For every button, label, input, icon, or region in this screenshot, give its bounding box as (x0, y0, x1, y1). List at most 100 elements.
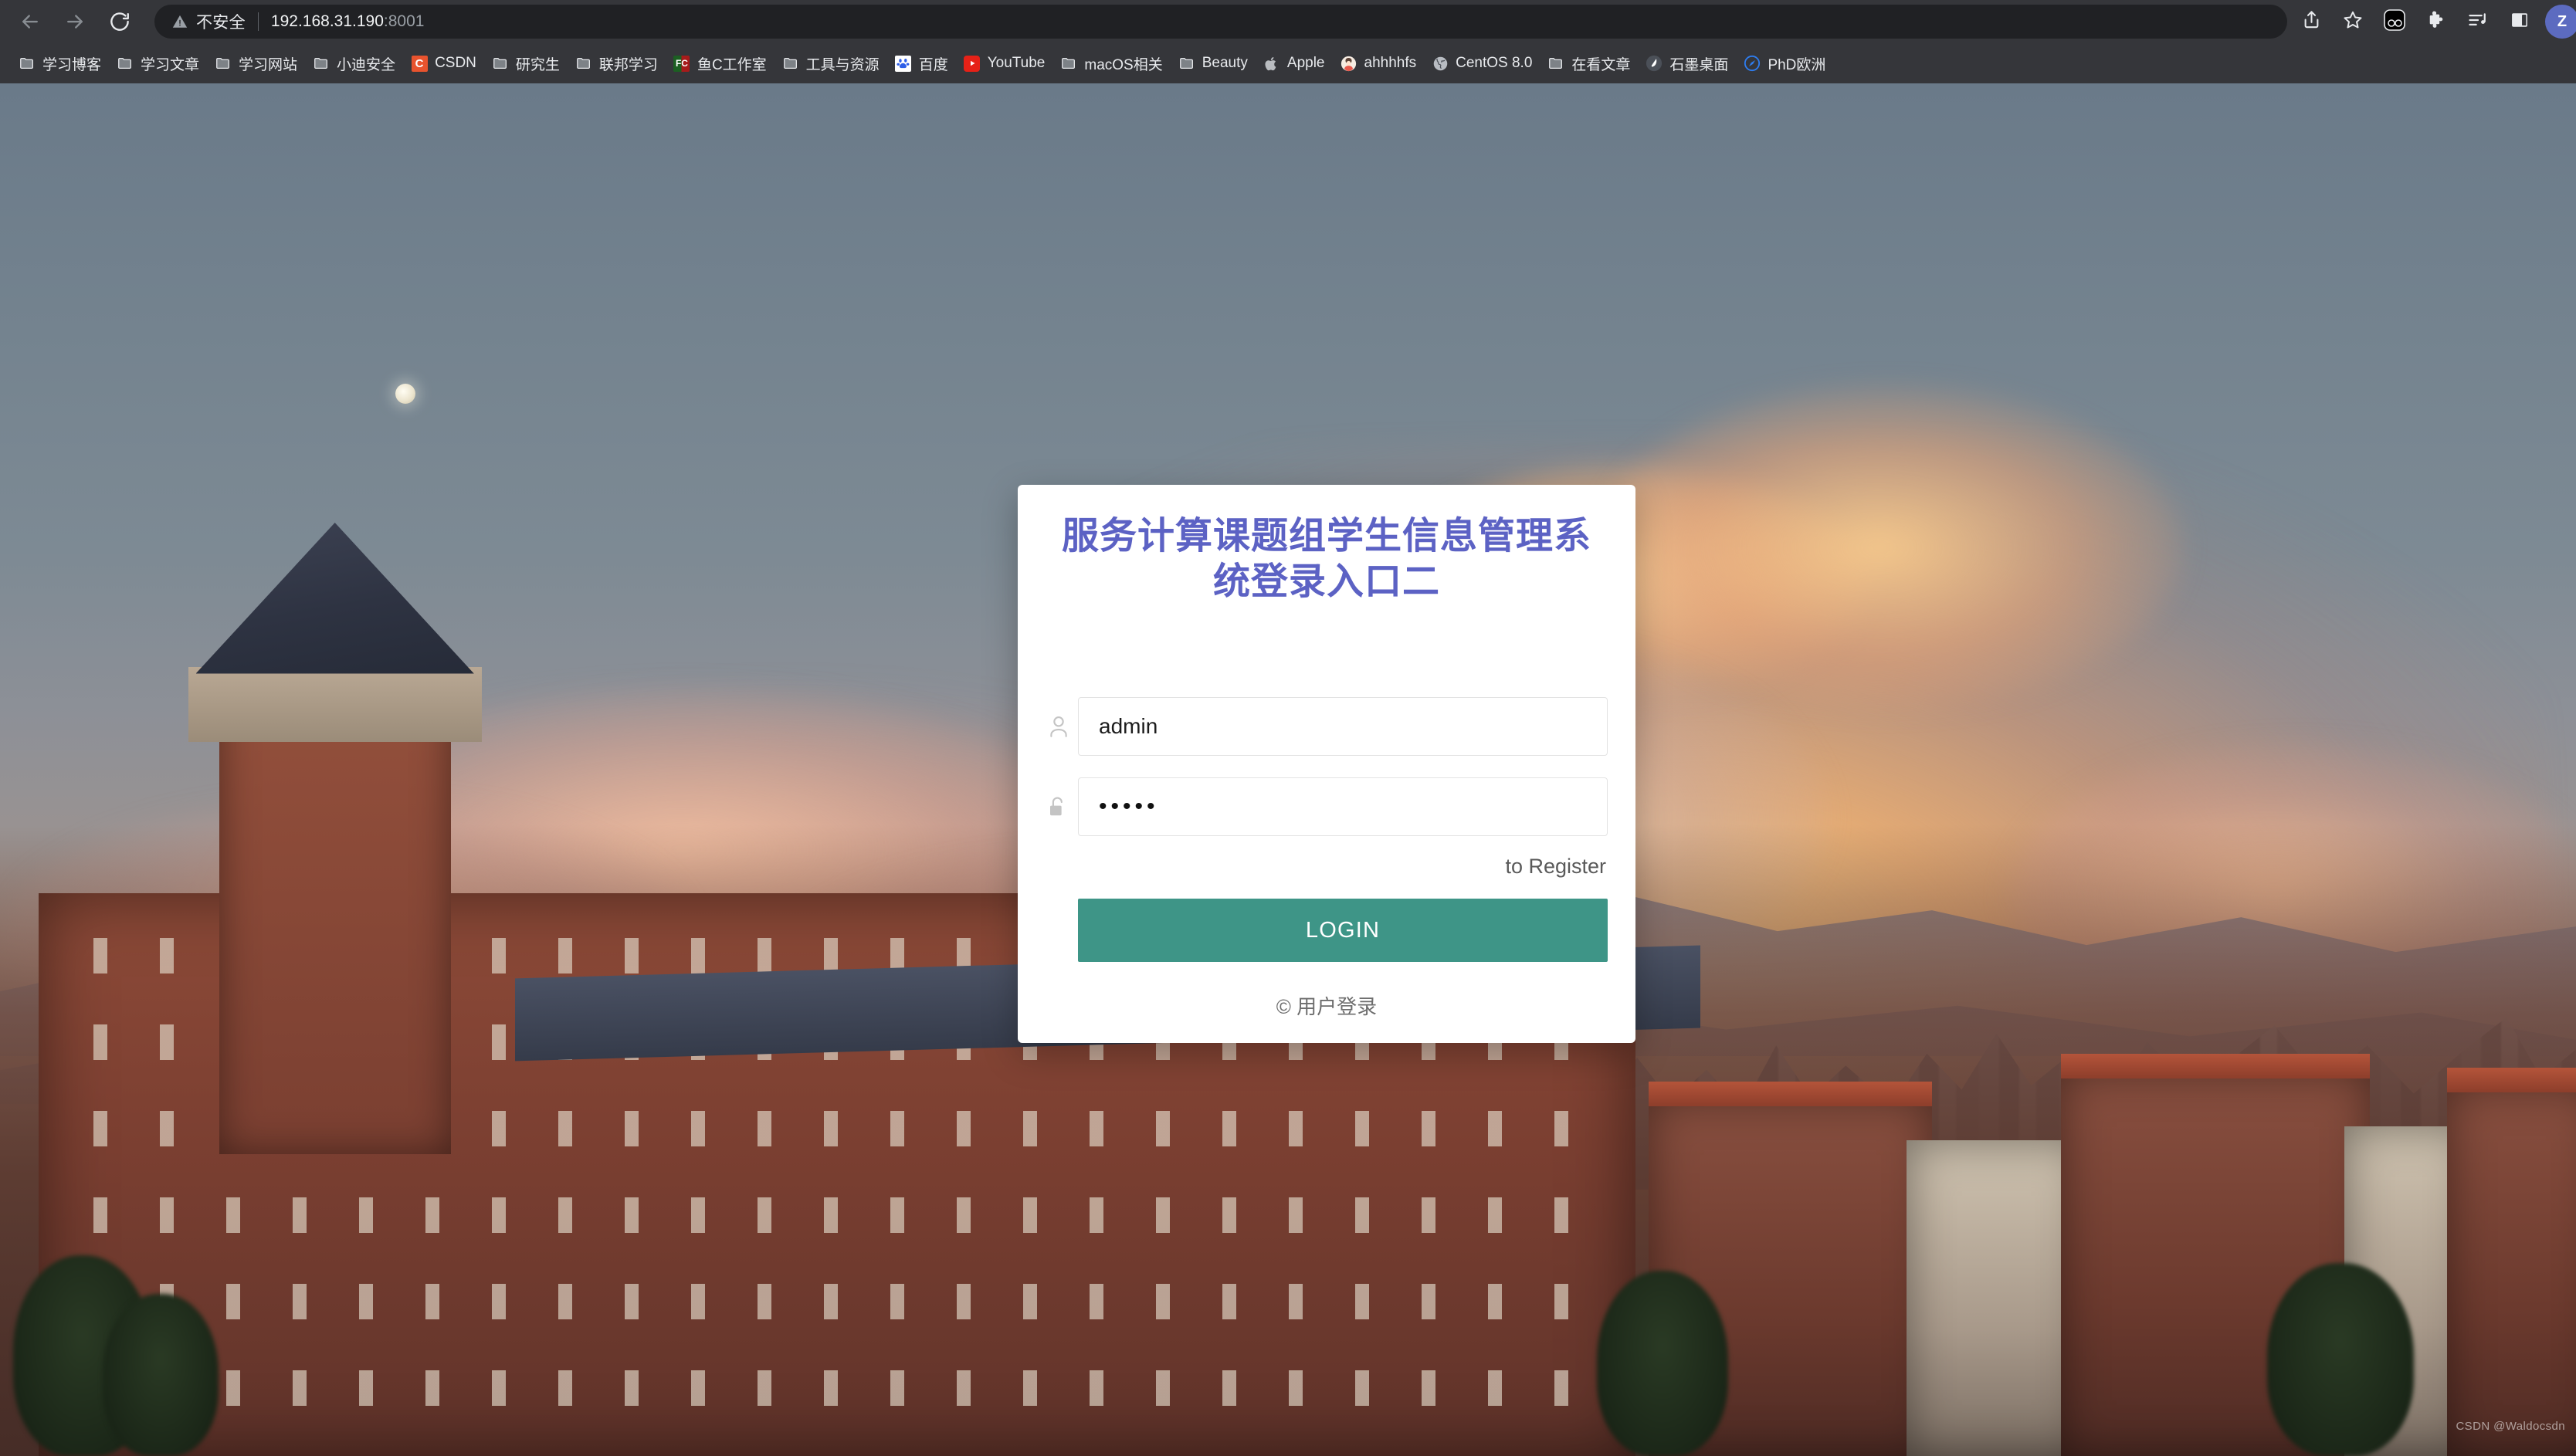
campus-building (2447, 1085, 2576, 1456)
bookmark-item[interactable]: FC 鱼C工作室 (666, 48, 774, 79)
omnibox-divider (257, 12, 259, 31)
back-button[interactable] (8, 0, 53, 44)
bookmark-item[interactable]: 学习博客 (11, 48, 109, 79)
star-icon (2342, 9, 2364, 35)
pocket-extension-button[interactable] (2374, 1, 2415, 42)
tree (2266, 1263, 2414, 1456)
baidu-icon (895, 55, 912, 72)
register-link[interactable]: to Register (1505, 855, 1606, 879)
url-port: :8001 (383, 12, 425, 30)
bookmark-label: 学习网站 (239, 56, 298, 73)
username-input[interactable]: admin (1078, 697, 1608, 757)
bookmark-label: 联邦学习 (598, 56, 658, 73)
bookmark-item[interactable]: Apple (1256, 48, 1333, 79)
profile-avatar[interactable]: Z (2545, 5, 2576, 39)
folder-icon (19, 55, 36, 72)
cloud (1597, 385, 2185, 710)
register-row: to Register (1046, 855, 1608, 879)
bookmark-item[interactable]: 学习文章 (109, 48, 207, 79)
reload-button[interactable] (97, 0, 142, 44)
page-viewport: CSDN @Waldocsdn 服务计算课题组学生信息管理系统登录入口二 adm… (0, 83, 2576, 1456)
bookmark-label: PhD欧洲 (1768, 56, 1826, 73)
csdn-icon: C (411, 55, 428, 72)
bookmark-label: 在看文章 (1571, 56, 1631, 73)
side-panel-icon (2509, 9, 2530, 35)
username-field-row: admin (1046, 697, 1608, 757)
login-button[interactable]: LOGIN (1078, 899, 1608, 963)
tree (103, 1294, 219, 1456)
shimo-icon (1646, 55, 1663, 72)
folder-icon (1178, 55, 1195, 72)
bookmark-label: 工具与资源 (805, 56, 880, 73)
apple-icon (1263, 55, 1280, 72)
bookmark-label: CentOS 8.0 (1456, 55, 1533, 71)
forward-arrow-icon (63, 10, 86, 33)
login-card: 服务计算课题组学生信息管理系统登录入口二 admin ••••• to Regi… (1018, 485, 1635, 1044)
bookmark-item[interactable]: 工具与资源 (774, 48, 887, 79)
bookmark-item[interactable]: 在看文章 (1540, 48, 1638, 79)
media-control-button[interactable] (2457, 1, 2499, 42)
bookmark-label: 鱼C工作室 (697, 56, 767, 73)
watermark: CSDN @Waldocsdn (2456, 1420, 2565, 1433)
campus-roof (2447, 1067, 2576, 1092)
bookmark-label: 小迪安全 (337, 56, 396, 73)
globe-icon (1432, 55, 1449, 72)
browser-toolbar: 不安全 192.168.31.190 :8001 Z (0, 0, 2576, 43)
puzzle-icon (2425, 9, 2447, 35)
bookmark-item[interactable]: PhD欧洲 (1736, 48, 1833, 79)
bookmark-item[interactable]: ahhhhfs (1333, 48, 1425, 79)
bookmark-item[interactable]: 小迪安全 (305, 48, 403, 79)
bookmark-item[interactable]: 百度 (887, 48, 956, 79)
youtube-icon (964, 55, 981, 72)
address-bar[interactable]: 不安全 192.168.31.190 :8001 (154, 5, 2287, 39)
bookmark-item[interactable]: CentOS 8.0 (1424, 48, 1540, 79)
bookmark-item[interactable]: 联邦学习 (568, 48, 666, 79)
avatar-initial: Z (2557, 12, 2568, 30)
password-field-row: ••••• (1046, 777, 1608, 837)
toolbar-right-actions: Z (2290, 1, 2576, 42)
bookmarks-bar: 学习博客 学习文章 学习网站 小迪安全 C CSDN 研究生 联邦学习 FC 鱼C工作室 工具与资源… (0, 43, 2576, 83)
security-label: 不安全 (196, 14, 246, 32)
tower-cornice (188, 666, 482, 743)
folder-icon (117, 55, 134, 72)
password-input[interactable]: ••••• (1078, 777, 1608, 837)
bookmark-label: 研究生 (515, 56, 560, 73)
bookmark-label: Apple (1286, 55, 1325, 71)
moon (395, 384, 416, 405)
bookmark-label: 百度 (918, 56, 948, 73)
bookmark-label: 学习文章 (141, 56, 200, 73)
folder-icon (1060, 55, 1077, 72)
folder-icon (313, 55, 330, 72)
bookmark-label: 石墨桌面 (1669, 56, 1729, 73)
safari-icon (1744, 55, 1761, 72)
forward-button[interactable] (53, 0, 97, 44)
clock-tower (219, 687, 451, 1154)
share-icon (2301, 9, 2322, 34)
card-footer: © 用户登录 (1276, 995, 1378, 1019)
password-value: ••••• (1099, 794, 1159, 820)
bookmark-label: ahhhhfs (1364, 55, 1417, 71)
campus-roof (2060, 1054, 2371, 1079)
side-panel-button[interactable] (2499, 1, 2540, 42)
url-host: 192.168.31.190 (270, 12, 384, 30)
bookmark-item[interactable]: Beauty (1171, 48, 1256, 79)
bookmark-label: YouTube (987, 55, 1046, 71)
bookmark-item[interactable]: YouTube (956, 48, 1053, 79)
bookmark-item[interactable]: 学习网站 (207, 48, 305, 79)
bookmark-item[interactable]: C CSDN (403, 48, 484, 79)
fishc-icon: FC (673, 55, 690, 72)
bookmark-item[interactable]: 研究生 (484, 48, 568, 79)
back-arrow-icon (19, 10, 42, 33)
bookmark-item[interactable]: macOS相关 (1052, 48, 1170, 79)
username-value: admin (1099, 714, 1158, 739)
bookmark-star-button[interactable] (2332, 1, 2374, 42)
unlocked-padlock-icon (1046, 794, 1078, 819)
bookmark-label: macOS相关 (1084, 56, 1163, 73)
bookmark-label: 学习博客 (42, 56, 102, 73)
share-button[interactable] (2290, 1, 2332, 42)
folder-icon (492, 55, 509, 72)
bookmark-item[interactable]: 石墨桌面 (1638, 48, 1736, 79)
extensions-button[interactable] (2415, 1, 2457, 42)
folder-icon (782, 55, 799, 72)
campus-building (1906, 1140, 2087, 1456)
